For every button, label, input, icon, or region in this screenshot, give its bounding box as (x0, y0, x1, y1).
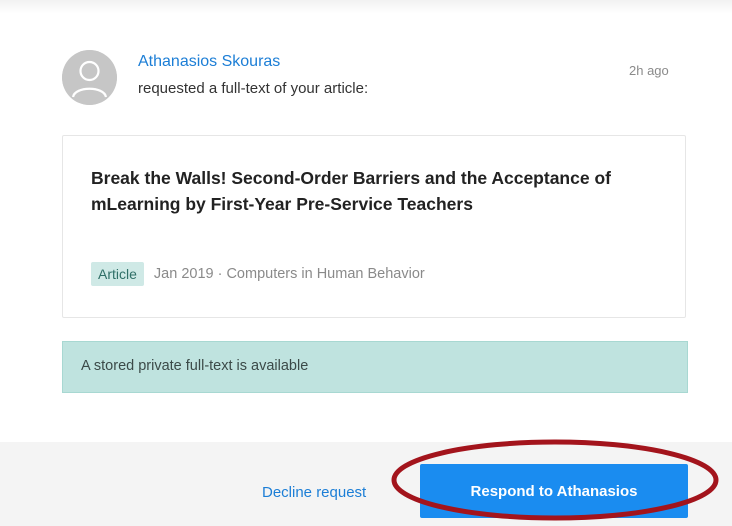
fulltext-available-banner: A stored private full-text is available (62, 341, 688, 393)
top-shadow (0, 0, 732, 14)
request-description: requested a full-text of your article: (138, 80, 369, 97)
fulltext-banner-text: A stored private full-text is available (81, 358, 309, 374)
default-user-avatar-icon[interactable] (62, 50, 117, 105)
respond-button[interactable]: Respond to Athanasios (420, 464, 688, 518)
article-title[interactable]: Break the Walls! Second-Order Barriers a… (91, 165, 611, 217)
request-card: Athanasios Skouras requested a full-text… (0, 0, 732, 526)
article-card[interactable]: Break the Walls! Second-Order Barriers a… (62, 135, 686, 318)
article-publication-info: Jan 2019 · Computers in Human Behavior (153, 266, 425, 282)
article-type-badge: Article (91, 262, 144, 286)
requester-name-link[interactable]: Athanasios Skouras (138, 53, 280, 71)
decline-request-button[interactable]: Decline request (262, 484, 366, 501)
request-timestamp: 2h ago (629, 63, 669, 78)
article-meta: Article Jan 2019 · Computers in Human Be… (91, 262, 425, 286)
